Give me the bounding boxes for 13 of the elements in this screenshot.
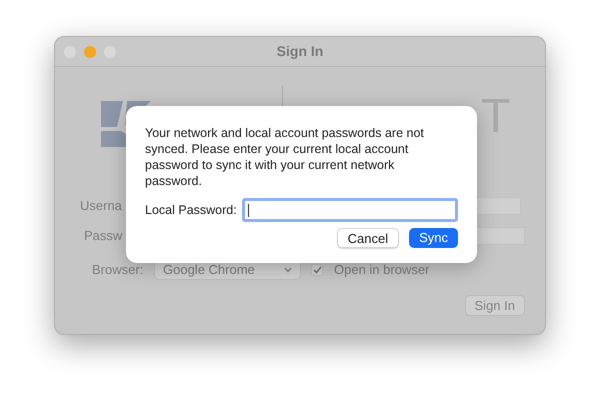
field-label: Local Password:: [145, 202, 237, 219]
window-control[interactable]: [84, 46, 96, 58]
sign-in-button[interactable]: Sign In: [464, 295, 525, 316]
checkbox[interactable]: [311, 264, 323, 276]
password-field[interactable]: [242, 198, 458, 222]
dialog-message: Your network and local account passwords are not synced. Please enter your current local account password to sync it with your current network password.: [145, 125, 425, 189]
checkbox-label: Open in browser: [334, 261, 430, 280]
sync-button[interactable]: Sync: [409, 228, 458, 248]
field-label: Passw: [84, 227, 124, 246]
window-title: Sign In: [276, 42, 324, 61]
chevron-icon: [284, 267, 292, 273]
field-label: Browser:: [92, 261, 144, 280]
cancel-button[interactable]: Cancel: [336, 228, 400, 248]
